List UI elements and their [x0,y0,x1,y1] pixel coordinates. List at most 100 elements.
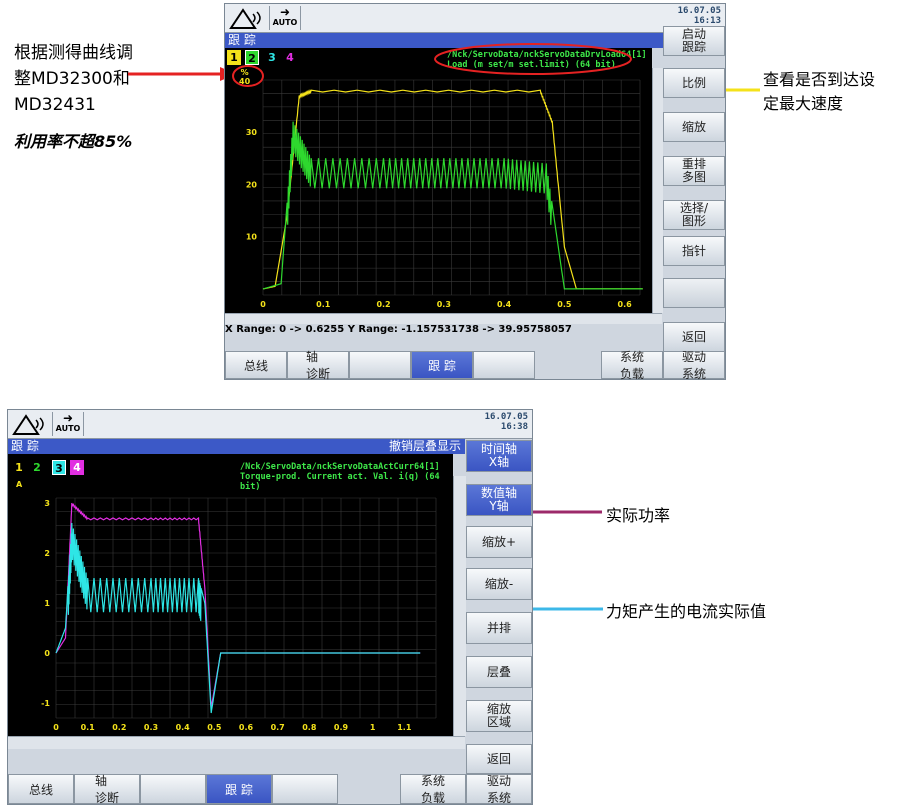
x-tick-label: 0.1 [316,300,331,309]
hkey-bus[interactable]: 总线 [225,351,287,379]
hkey-bus[interactable]: 总线 [8,774,74,804]
y-tick-label: 20 [246,180,258,189]
screen1-plot: 1 2 3 4 /Nck/ServoData/nckServoDataDrvLo… [225,43,652,313]
screen1-vscroll[interactable] [652,68,663,313]
left-note-line1: 根据测得曲线调 [14,43,133,63]
hkey-empty-2[interactable] [272,774,338,804]
auto-label: AUTO [272,18,298,27]
key-label: 层叠 [486,664,511,679]
screen1-hscroll[interactable] [225,313,662,324]
key-label: 指针 [681,243,706,258]
softkey-rearrange[interactable]: 重排 多图 [663,156,725,186]
y-tick-label: 3 [44,499,50,508]
x-tick-label: 0.7 [271,723,285,732]
range-readout: X Range: 0 -> 0.6255 Y Range: -1.1575317… [225,324,572,335]
auto-arrow-icon: ➜ [62,411,74,425]
auto-arrow-icon: ➜ [279,5,291,19]
left-note: 根据测得曲线调 整MD32300和 MD32431 [14,40,133,118]
key-label: 缩放+ [481,534,517,549]
x-tick-label: 0.2 [376,300,390,309]
softkey-select-graph[interactable]: 选择/ 图形 [663,200,725,230]
softkey-scale[interactable]: 比例 [663,68,725,98]
key-label: 总线 [243,358,268,373]
key-label: 并排 [486,620,511,635]
x-tick-label: 0.2 [112,723,126,732]
screen2-plot: 1 2 3 4 /Nck/ServoData/nckServoDataActCu… [8,454,453,736]
y-tick-label: 0 [44,649,50,658]
screen2-topbar: ➜ AUTO 16.07.05 16:38 [8,410,532,439]
siemens-logo-icon [12,414,44,435]
key-label: 轴 诊断 [94,774,119,805]
x-tick-label: 0.5 [557,300,572,309]
x-tick-label: 0.6 [239,723,254,732]
softkey-empty[interactable] [663,278,725,308]
series-line-2 [262,121,643,290]
x-tick-label: 0 [53,723,59,732]
hkey-axis-diag[interactable]: 轴 诊断 [287,350,349,381]
undo-overlay-link[interactable]: 撤销层叠显示 [389,439,461,454]
softkey-back[interactable]: 返回 [466,744,532,774]
softkey-zoom[interactable]: 缩放 [663,112,725,142]
hkey-drive-system[interactable]: 驱动 系统 [466,774,532,805]
screen2-hscroll[interactable] [8,736,465,749]
datetime: 16.07.05 16:13 [678,6,721,26]
softkey-side-by-side[interactable]: 并排 [466,612,532,644]
auto-label: AUTO [55,424,81,433]
key-label: 缩放 区域 [486,702,511,729]
softkey-zoom-in[interactable]: 缩放+ [466,526,532,558]
softkey-time-axis[interactable]: 时间轴 X轴 [466,440,532,472]
hkey-trace[interactable]: 跟 踪 [411,351,473,379]
softkey-overlay[interactable]: 层叠 [466,656,532,688]
hkey-system-load[interactable]: 系统 负载 [400,774,466,805]
y-tick-label: 2 [44,549,50,558]
softkey-cursor[interactable]: 指针 [663,236,725,266]
x-tick-label: 0.3 [144,723,158,732]
key-label: 驱动 系统 [681,350,706,381]
date: 16.07.05 [677,6,721,16]
right-note-1-line2: 定最大速度 [763,94,844,113]
screen2-title: 跟 踪 撤销层叠显示 [8,439,465,454]
hkey-trace[interactable]: 跟 踪 [206,774,272,804]
x-tick-label: 1 [370,723,376,732]
key-label: 总线 [28,782,53,797]
key-label: 系统 负载 [619,350,644,381]
x-tick-label: 0.1 [81,723,96,732]
y-tick-label: -1 [41,699,50,708]
hkey-empty-1[interactable] [349,351,411,379]
left-note-line3: MD32431 [14,95,96,115]
right-note-max-speed: 查看是否到达设 定最大速度 [763,68,875,116]
siemens-logo-icon [229,8,261,29]
hkey-empty-2[interactable] [473,351,535,379]
key-label: 驱动 系统 [486,774,511,805]
y-tick-label: 10 [246,233,258,242]
auto-mode-indicator: ➜ AUTO [52,412,84,436]
softkey-value-axis[interactable]: 数值轴 Y轴 [466,484,532,516]
screen2-vscroll[interactable] [453,476,466,736]
datetime: 16.07.05 16:38 [485,412,528,432]
x-tick-label: 0.8 [302,723,317,732]
hkey-empty-1[interactable] [140,774,206,804]
x-tick-label: 1.1 [397,723,412,732]
series-line-1 [262,88,643,290]
key-label: 重排 多图 [681,157,706,184]
hkey-drive-system[interactable]: 驱动 系统 [663,350,725,381]
left-note-bold: 利用率不超85% [14,132,133,151]
y-tick-label: 30 [246,128,258,137]
x-tick-label: 0.3 [437,300,451,309]
hkey-axis-diag[interactable]: 轴 诊断 [74,774,140,805]
x-tick-label: 0.9 [334,723,349,732]
left-note-line2: 整MD32300和 [14,69,130,89]
key-label: 选择/ 图形 [679,201,709,228]
key-label: 返回 [486,751,511,766]
key-label: 轴 诊断 [305,350,330,381]
softkey-zoom-area[interactable]: 缩放 区域 [466,700,532,732]
right-note-current: 力矩产生的电流实际值 [606,602,767,621]
softkey-zoom-out[interactable]: 缩放- [466,568,532,600]
key-label: 时间轴 X轴 [480,442,517,469]
time: 16:13 [693,16,721,26]
softkey-start-trace[interactable]: 启动 跟踪 [663,26,725,56]
x-tick-label: 0.4 [176,723,191,732]
hkey-system-load[interactable]: 系统 负载 [601,350,663,381]
key-label: 跟 踪 [428,358,456,373]
screen1-topbar: ➜ AUTO 16.07.05 16:13 [225,4,725,33]
